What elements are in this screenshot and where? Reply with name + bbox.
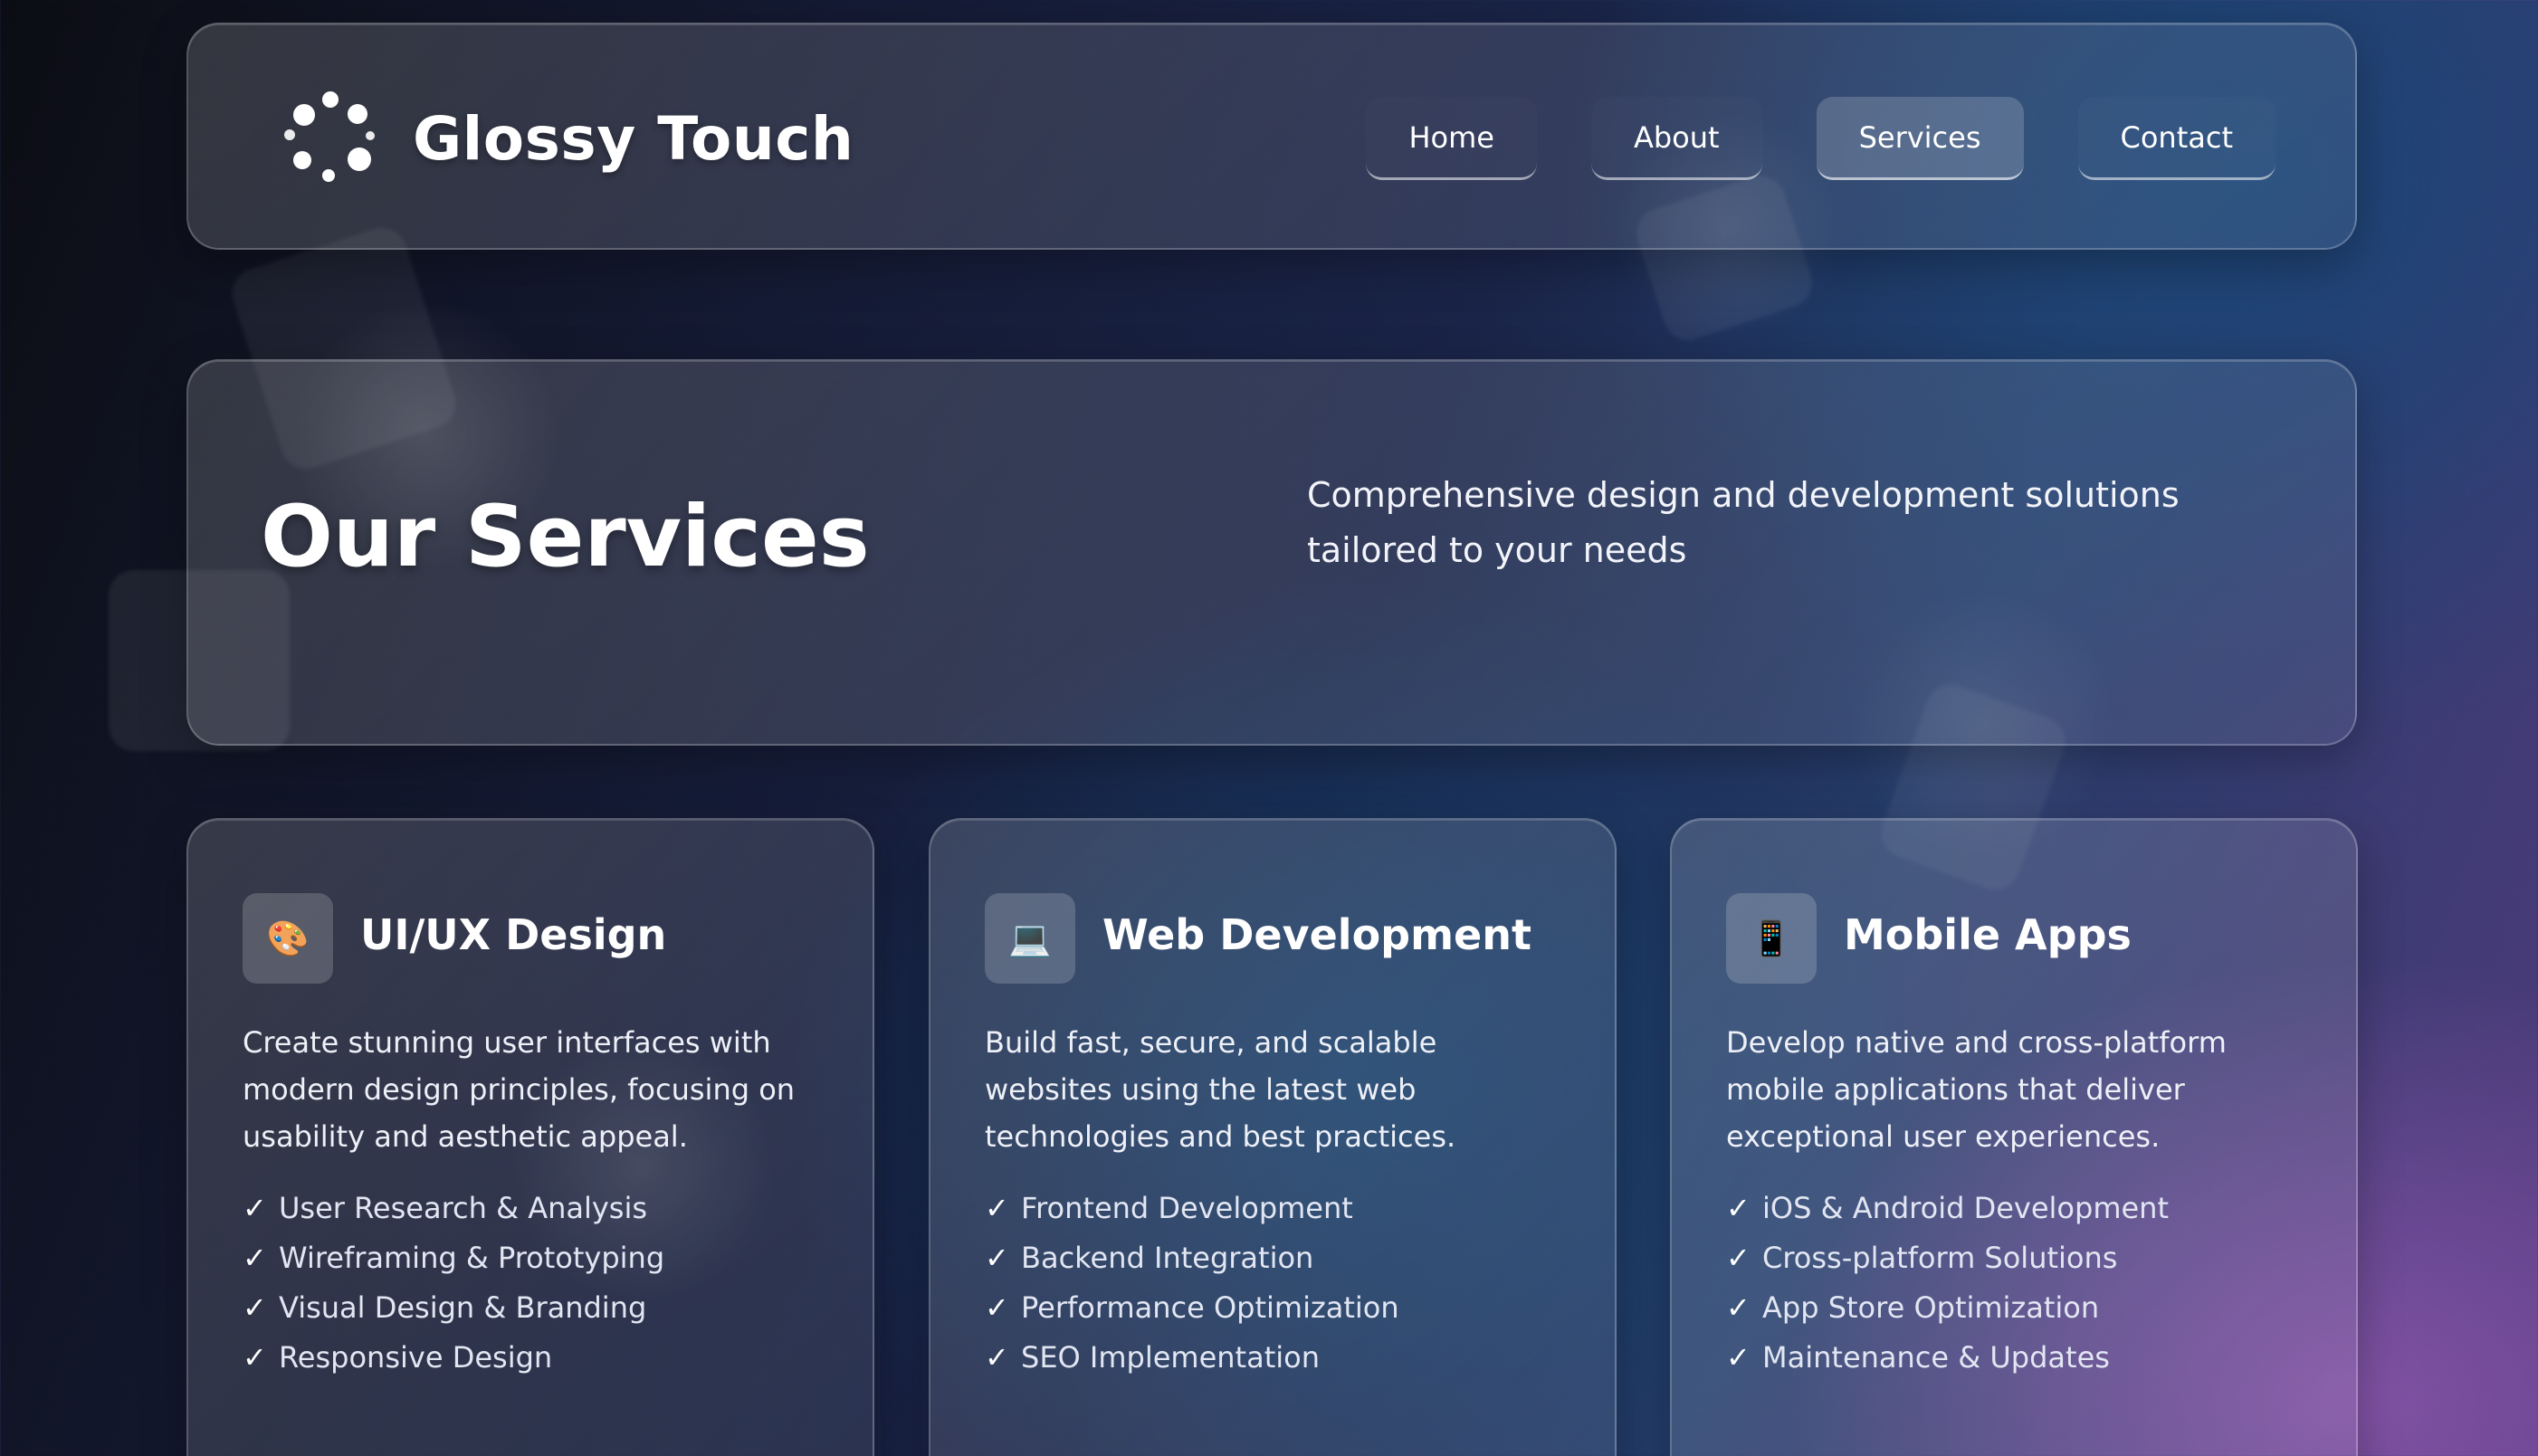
feature-label: Maintenance & Updates [1762,1340,2110,1375]
feature-item: ✓ iOS & Android Development [1726,1184,2169,1233]
check-icon: ✓ [243,1191,267,1225]
check-icon: ✓ [1726,1340,1751,1375]
page-subtitle: Comprehensive design and development sol… [1307,475,2180,570]
check-icon: ✓ [985,1191,1009,1225]
feature-label: iOS & Android Development [1762,1191,2169,1225]
check-icon: ✓ [243,1340,267,1375]
feature-item: ✓ Responsive Design [243,1333,664,1383]
feature-label: Backend Integration [1021,1241,1314,1275]
feature-label: SEO Implementation [1021,1340,1320,1375]
feature-item: ✓ App Store Optimization [1726,1283,2169,1333]
laptop-icon: 💻 [985,893,1075,984]
check-icon: ✓ [985,1290,1009,1325]
service-card-description: Create stunning user interfaces with mod… [243,1025,796,1154]
mobile-phone-icon: 📱 [1726,893,1817,984]
feature-item: ✓ Cross-platform Solutions [1726,1233,2169,1283]
feature-item: ✓ Performance Optimization [985,1283,1399,1333]
service-card-description: Build fast, secure, and scalable website… [985,1025,1456,1154]
check-icon: ✓ [243,1241,267,1275]
feature-item: ✓ Visual Design & Branding [243,1283,664,1333]
nav-link-contact[interactable]: Contact [2077,97,2276,180]
check-icon: ✓ [1726,1241,1751,1275]
service-card-description: Develop native and cross-platform mobile… [1726,1025,2227,1154]
feature-label: App Store Optimization [1762,1290,2100,1325]
feature-item: ✓ Maintenance & Updates [1726,1333,2169,1383]
check-icon: ✓ [243,1290,267,1325]
dots-spinner-icon[interactable] [282,91,378,187]
hero-section: Our Services Comprehensive design and de… [186,359,2357,746]
service-card-web-development[interactable]: 💻 Web Development Build fast, secure, an… [929,818,1617,1456]
feature-item: ✓ SEO Implementation [985,1333,1399,1383]
feature-item: ✓ Wireframing & Prototyping [243,1233,664,1283]
nav-link-about[interactable]: About [1590,97,1762,180]
feature-item: ✓ Frontend Development [985,1184,1399,1233]
service-card-title: Mobile Apps [1844,910,2132,959]
feature-list: ✓ iOS & Android Development ✓ Cross-platfo… [1726,1184,2169,1383]
feature-label: User Research & Analysis [279,1191,648,1225]
palette-icon: 🎨 [243,893,333,984]
nav-link-services[interactable]: Services [1816,97,2024,180]
feature-item: ✓ User Research & Analysis [243,1184,664,1233]
feature-label: Cross-platform Solutions [1762,1241,2118,1275]
feature-label: Wireframing & Prototyping [279,1241,665,1275]
check-icon: ✓ [1726,1290,1751,1325]
feature-label: Responsive Design [279,1340,553,1375]
site-header: Glossy Touch Home About Services Contact [186,23,2357,250]
nav-link-home[interactable]: Home [1366,97,1537,180]
feature-label: Visual Design & Branding [279,1290,647,1325]
check-icon: ✓ [1726,1191,1751,1225]
main-nav: Home About Services Contact [1366,97,2276,180]
feature-item: ✓ Backend Integration [985,1233,1399,1283]
feature-label: Performance Optimization [1021,1290,1399,1325]
service-card-title: UI/UX Design [360,910,667,959]
page-title: Our Services [261,488,870,586]
feature-label: Frontend Development [1021,1191,1353,1225]
check-icon: ✓ [985,1241,1009,1275]
feature-list: ✓ Frontend Development ✓ Backend Integrati… [985,1184,1399,1383]
feature-list: ✓ User Research & Analysis ✓ Wireframing &… [243,1184,664,1383]
check-icon: ✓ [985,1340,1009,1375]
service-card-uiux[interactable]: 🎨 UI/UX Design Create stunning user inte… [186,818,874,1456]
service-card-mobile-apps[interactable]: 📱 Mobile Apps Develop native and cross-p… [1670,818,2358,1456]
brand-name[interactable]: Glossy Touch [413,104,854,174]
service-card-title: Web Development [1102,910,1531,959]
